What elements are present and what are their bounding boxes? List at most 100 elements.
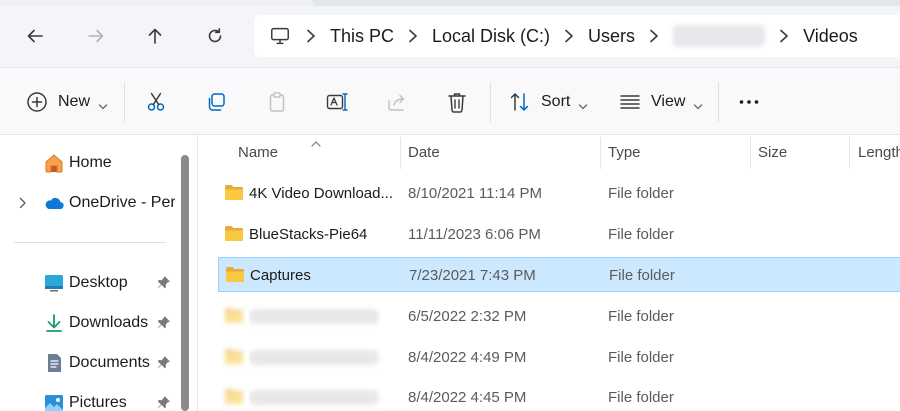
- column-header-date[interactable]: Date: [408, 135, 440, 169]
- trash-icon: [448, 93, 466, 113]
- folder-icon: [225, 185, 243, 200]
- monitor-icon[interactable]: [268, 24, 292, 48]
- address-box[interactable]: This PC Local Disk (C:) Users Videos: [254, 15, 900, 57]
- breadcrumb-videos[interactable]: Videos: [803, 26, 858, 47]
- table-row[interactable]: 6/5/2022 2:32 PM File folder: [218, 299, 900, 334]
- chevron-right-icon[interactable]: [17, 196, 29, 210]
- sidebar-item-label: Desktop: [69, 274, 128, 291]
- folder-icon: [226, 267, 244, 282]
- sidebar-item-desktop[interactable]: Desktop: [0, 265, 180, 301]
- breadcrumb-username-redacted[interactable]: [673, 25, 766, 47]
- pin-icon[interactable]: [156, 275, 172, 291]
- column-separator[interactable]: [750, 137, 751, 169]
- sidebar-item-label: Downloads: [69, 314, 149, 331]
- chevron-right-icon[interactable]: [771, 24, 797, 48]
- file-type: File folder: [608, 308, 674, 325]
- chevron-right-icon[interactable]: [298, 24, 324, 48]
- sidebar-item-label: Home: [69, 154, 112, 171]
- chevron-right-icon[interactable]: [400, 24, 426, 48]
- file-date: 8/10/2021 11:14 PM: [408, 185, 542, 202]
- file-name-redacted: [249, 299, 399, 334]
- back-button[interactable]: [19, 20, 51, 52]
- cut-button[interactable]: [145, 87, 167, 117]
- forward-button[interactable]: [80, 20, 112, 52]
- column-header-type[interactable]: Type: [608, 135, 641, 169]
- delete-button[interactable]: [446, 87, 468, 117]
- table-row[interactable]: BlueStacks-Pie64 11/11/2023 6:06 PM File…: [218, 217, 900, 252]
- sidebar-scrollbar[interactable]: [181, 155, 189, 411]
- file-date: 6/5/2022 2:32 PM: [408, 308, 527, 325]
- sidebar-divider: [14, 242, 166, 243]
- sort-ascending-icon: [310, 135, 322, 147]
- column-separator[interactable]: [400, 137, 401, 169]
- refresh-button[interactable]: [199, 20, 231, 52]
- pictures-icon: [43, 392, 65, 411]
- chevron-down-icon: [578, 98, 588, 110]
- pin-icon[interactable]: [156, 355, 172, 371]
- sidebar-item-label: Documents: [69, 354, 150, 371]
- sidebar-item-onedrive[interactable]: OneDrive - Perso: [0, 185, 180, 221]
- address-bar-row: This PC Local Disk (C:) Users Videos: [0, 0, 900, 68]
- file-type: File folder: [608, 389, 674, 406]
- chevron-right-icon[interactable]: [641, 24, 667, 48]
- scissors-icon: [147, 92, 165, 111]
- new-label: New: [58, 93, 91, 110]
- file-name: 4K Video Download...: [249, 185, 393, 202]
- pin-icon[interactable]: [156, 315, 172, 331]
- folder-icon: [225, 389, 243, 404]
- sort-icon: [510, 93, 529, 111]
- command-bar: New Sort View: [0, 68, 900, 135]
- file-name-redacted: [249, 340, 399, 375]
- rename-icon: [326, 93, 348, 111]
- table-row[interactable]: 4K Video Download... 8/10/2021 11:14 PM …: [218, 176, 900, 211]
- share-icon: [388, 94, 405, 111]
- file-date: 7/23/2021 7:43 PM: [409, 267, 536, 284]
- new-button[interactable]: New: [26, 87, 108, 117]
- command-separator: [490, 82, 491, 122]
- plus-circle-icon: [27, 92, 47, 112]
- pin-icon[interactable]: [156, 395, 172, 411]
- up-button[interactable]: [139, 20, 171, 52]
- sidebar-item-label: Pictures: [69, 394, 127, 411]
- breadcrumb-users[interactable]: Users: [588, 26, 635, 47]
- chevron-right-icon[interactable]: [556, 24, 582, 48]
- sidebar-item-pictures[interactable]: Pictures: [0, 385, 180, 411]
- navigation-pane: Home OneDrive - Perso Desktop Downloads: [0, 135, 198, 411]
- sidebar-item-home[interactable]: Home: [0, 145, 180, 181]
- copy-icon: [208, 93, 225, 111]
- arrow-up-icon: [148, 28, 162, 44]
- breadcrumb-this-pc[interactable]: This PC: [330, 26, 394, 47]
- view-button[interactable]: View: [619, 87, 703, 117]
- file-type: File folder: [608, 185, 674, 202]
- column-header-length[interactable]: Length: [858, 135, 900, 169]
- see-more-button[interactable]: [738, 87, 760, 117]
- sort-label: Sort: [541, 93, 571, 110]
- refresh-icon: [208, 28, 222, 43]
- document-icon: [43, 352, 65, 374]
- chevron-down-icon: [693, 98, 703, 110]
- file-date: 8/4/2022 4:45 PM: [408, 389, 527, 406]
- column-separator[interactable]: [849, 137, 850, 169]
- share-button[interactable]: [386, 87, 408, 117]
- list-view-icon: [620, 95, 640, 109]
- sort-button[interactable]: Sort: [509, 87, 588, 117]
- table-row-selected[interactable]: Captures 7/23/2021 7:43 PM File folder: [218, 257, 900, 292]
- download-icon: [43, 312, 65, 334]
- file-date: 8/4/2022 4:49 PM: [408, 349, 527, 366]
- file-list: Name Date Type Size Length 4K Video Down…: [198, 135, 900, 411]
- folder-icon: [225, 349, 243, 364]
- cloud-icon: [43, 192, 65, 214]
- sidebar-item-documents[interactable]: Documents: [0, 345, 180, 381]
- column-header-size[interactable]: Size: [758, 135, 787, 169]
- paste-button[interactable]: [266, 87, 288, 117]
- home-icon: [43, 152, 65, 174]
- column-separator[interactable]: [600, 137, 601, 169]
- sidebar-item-label: OneDrive - Perso: [69, 194, 175, 211]
- rename-button[interactable]: [326, 87, 348, 117]
- column-header-name[interactable]: Name: [238, 135, 278, 169]
- copy-button[interactable]: [205, 87, 227, 117]
- table-row[interactable]: 8/4/2022 4:45 PM File folder: [218, 380, 900, 411]
- table-row[interactable]: 8/4/2022 4:49 PM File folder: [218, 340, 900, 375]
- sidebar-item-downloads[interactable]: Downloads: [0, 305, 180, 341]
- breadcrumb-local-disk[interactable]: Local Disk (C:): [432, 26, 550, 47]
